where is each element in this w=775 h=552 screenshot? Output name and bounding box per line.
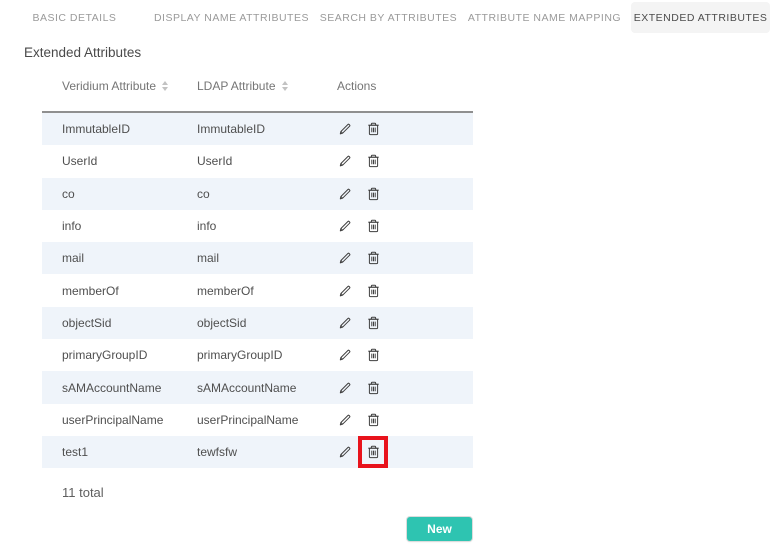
ldap-attribute-cell: sAMAccountName <box>197 381 337 395</box>
tab-extended-attributes[interactable]: EXTENDED ATTRIBUTES <box>631 2 770 33</box>
veridium-attribute-cell: primaryGroupID <box>62 348 197 362</box>
column-header-label: Veridium Attribute <box>62 79 156 93</box>
table-row: info info <box>42 210 473 242</box>
row-actions <box>337 282 473 300</box>
new-button[interactable]: New <box>407 517 472 541</box>
veridium-attribute-cell: mail <box>62 251 197 265</box>
edit-icon[interactable] <box>337 217 353 235</box>
column-header-actions: Actions <box>337 79 473 111</box>
column-header-ldap-attribute: LDAP Attribute <box>197 79 337 111</box>
veridium-attribute-cell: UserId <box>62 154 197 168</box>
edit-icon[interactable] <box>337 249 353 267</box>
delete-icon[interactable] <box>365 411 381 429</box>
ldap-attribute-cell: ImmutableID <box>197 122 337 136</box>
veridium-attribute-cell: objectSid <box>62 316 197 330</box>
edit-icon[interactable] <box>337 379 353 397</box>
veridium-attribute-cell: userPrincipalName <box>62 413 197 427</box>
delete-icon[interactable] <box>365 152 381 170</box>
tab-bar: BASIC DETAILS DISPLAY NAME ATTRIBUTES SE… <box>0 0 775 33</box>
ldap-attribute-cell: mail <box>197 251 337 265</box>
edit-icon[interactable] <box>337 185 353 203</box>
table-header-row: Veridium Attribute LDAP Attribute Action… <box>42 71 473 113</box>
edit-icon[interactable] <box>337 346 353 364</box>
table-row: mail mail <box>42 242 473 274</box>
edit-icon[interactable] <box>337 443 353 461</box>
edit-icon[interactable] <box>337 120 353 138</box>
table-row: primaryGroupID primaryGroupID <box>42 339 473 371</box>
extended-attributes-table: Veridium Attribute LDAP Attribute Action… <box>42 71 473 468</box>
table-row: ImmutableID ImmutableID <box>42 113 473 145</box>
row-actions <box>337 217 473 235</box>
veridium-attribute-cell: memberOf <box>62 284 197 298</box>
veridium-attribute-cell: co <box>62 187 197 201</box>
ldap-attribute-cell: memberOf <box>197 284 337 298</box>
tab-display-name-attributes[interactable]: DISPLAY NAME ATTRIBUTES <box>154 2 309 33</box>
row-actions <box>337 185 473 203</box>
delete-icon[interactable] <box>365 120 381 138</box>
delete-icon[interactable] <box>365 217 381 235</box>
row-actions <box>337 152 473 170</box>
total-count: 11 total <box>62 485 775 500</box>
edit-icon[interactable] <box>337 152 353 170</box>
page-title: Extended Attributes <box>24 45 775 60</box>
table-row: objectSid objectSid <box>42 307 473 339</box>
edit-icon[interactable] <box>337 282 353 300</box>
delete-icon[interactable] <box>365 249 381 267</box>
row-actions <box>337 379 473 397</box>
row-actions <box>337 249 473 267</box>
ldap-attribute-cell: info <box>197 219 337 233</box>
row-actions <box>337 411 473 429</box>
ldap-attribute-cell: userPrincipalName <box>197 413 337 427</box>
ldap-attribute-cell: objectSid <box>197 316 337 330</box>
veridium-attribute-cell: test1 <box>62 445 197 459</box>
veridium-attribute-cell: info <box>62 219 197 233</box>
ldap-attribute-cell: tewfsfw <box>197 445 337 459</box>
table-row: co co <box>42 178 473 210</box>
table-row: UserId UserId <box>42 145 473 177</box>
delete-icon[interactable] <box>365 282 381 300</box>
delete-icon[interactable] <box>365 346 381 364</box>
table-body: ImmutableID ImmutableID UserId UserId <box>42 113 473 468</box>
column-header-veridium-attribute: Veridium Attribute <box>62 79 197 111</box>
ldap-attribute-cell: co <box>197 187 337 201</box>
table-row: userPrincipalName userPrincipalName <box>42 404 473 436</box>
tab-attribute-name-mapping[interactable]: ATTRIBUTE NAME MAPPING <box>468 2 621 33</box>
ldap-attribute-cell: UserId <box>197 154 337 168</box>
edit-icon[interactable] <box>337 314 353 332</box>
sort-arrows-icon[interactable] <box>282 81 288 91</box>
delete-icon[interactable] <box>365 314 381 332</box>
ldap-attribute-cell: primaryGroupID <box>197 348 337 362</box>
veridium-attribute-cell: ImmutableID <box>62 122 197 136</box>
veridium-attribute-cell: sAMAccountName <box>62 381 197 395</box>
column-header-label: Actions <box>337 79 376 93</box>
column-header-label: LDAP Attribute <box>197 79 276 93</box>
sort-arrows-icon[interactable] <box>162 81 168 91</box>
table-row: test1 tewfsfw <box>42 436 473 468</box>
row-actions <box>337 314 473 332</box>
row-actions <box>337 120 473 138</box>
table-row: memberOf memberOf <box>42 274 473 306</box>
row-actions <box>337 443 473 461</box>
tab-search-by-attributes[interactable]: SEARCH BY ATTRIBUTES <box>319 2 458 33</box>
delete-icon[interactable] <box>365 379 381 397</box>
row-actions <box>337 346 473 364</box>
table-row: sAMAccountName sAMAccountName <box>42 371 473 403</box>
tab-basic-details[interactable]: BASIC DETAILS <box>5 2 144 33</box>
delete-icon[interactable] <box>365 185 381 203</box>
edit-icon[interactable] <box>337 411 353 429</box>
delete-icon[interactable] <box>365 443 381 461</box>
